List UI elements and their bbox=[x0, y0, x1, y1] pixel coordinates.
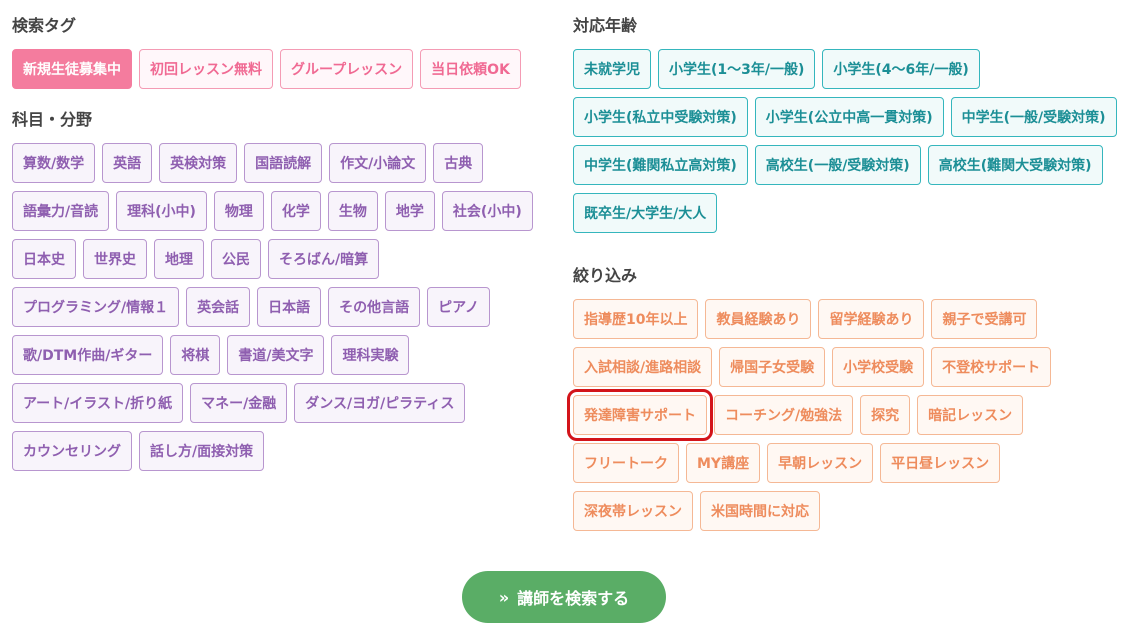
search-tag-0[interactable]: 新規生徒募集中 bbox=[12, 49, 132, 89]
filter-tag-8[interactable]: 発達障害サポート bbox=[567, 389, 713, 441]
age-tag-8[interactable]: 高校生(難関大受験対策) bbox=[927, 145, 1103, 185]
subject-tag-9[interactable]: 化学 bbox=[270, 191, 321, 231]
ages-title: 対応年齢 bbox=[573, 16, 638, 35]
subject-tag-26[interactable]: 理科実験 bbox=[331, 335, 410, 375]
subjects-title: 科目・分野 bbox=[12, 110, 93, 129]
filters-list: 指導歴10年以上 教員経験あり 留学経験あり 親子で受講可入試相談/進路相談 帰国子女受… bbox=[567, 299, 1118, 531]
filter-tag-12[interactable]: フリートーク bbox=[573, 443, 679, 483]
filter-tag-16[interactable]: 深夜帯レッスン bbox=[573, 491, 693, 531]
search-tag-2[interactable]: グループレッスン bbox=[280, 49, 414, 89]
age-tag-6[interactable]: 中学生(難関私立高対策) bbox=[573, 145, 748, 185]
search-tags-section: 検索タグ 新規生徒募集中 初回レッスン無料 グループレッスン 当日依頼OK bbox=[12, 15, 542, 89]
filter-tag-3[interactable]: 親子で受講可 bbox=[931, 299, 1038, 339]
age-tag-4[interactable]: 小学生(公立中高一貫対策) bbox=[754, 97, 944, 137]
search-button-label: 講師を検索する bbox=[517, 589, 630, 608]
age-tag-3[interactable]: 小学生(私立中受験対策) bbox=[573, 97, 748, 137]
filter-tag-6[interactable]: 小学校受験 bbox=[832, 347, 925, 387]
filter-tag-10[interactable]: 探究 bbox=[860, 395, 911, 435]
search-tags-list: 新規生徒募集中 初回レッスン無料 グループレッスン 当日依頼OK bbox=[12, 49, 542, 89]
subject-tag-15[interactable]: 地理 bbox=[154, 239, 204, 279]
subject-tag-1[interactable]: 英語 bbox=[102, 143, 153, 183]
filter-tag-5[interactable]: 帰国子女受験 bbox=[719, 347, 826, 387]
subject-tag-17[interactable]: そろばん/暗算 bbox=[268, 239, 380, 279]
age-tag-2[interactable]: 小学生(4〜6年/一般) bbox=[822, 49, 980, 89]
filter-tag-4[interactable]: 入試相談/進路相談 bbox=[573, 347, 713, 387]
ages-section: 対応年齢 未就学児 小学生(1〜3年/一般) 小学生(4〜6年/一般) 小学生(私立中… bbox=[573, 15, 1118, 233]
filter-tag-1[interactable]: 教員経験あり bbox=[705, 299, 812, 339]
search-teacher-button[interactable]: » 講師を検索する bbox=[462, 571, 666, 623]
subject-tag-31[interactable]: 話し方/面接対策 bbox=[139, 431, 265, 471]
filter-tag-14[interactable]: 早朝レッスン bbox=[767, 443, 874, 483]
age-tag-7[interactable]: 高校生(一般/受験対策) bbox=[754, 145, 921, 185]
subject-tag-29[interactable]: ダンス/ヨガ/ピラティス bbox=[294, 383, 466, 423]
subject-tag-23[interactable]: 歌/DTM作曲/ギター bbox=[12, 335, 164, 375]
subjects-section: 科目・分野 算数/数学 英語 英検対策 国語読解 作文/小論文 古典語彙力/音読 理科(小中… bbox=[12, 109, 542, 471]
subject-tag-6[interactable]: 語彙力/音読 bbox=[12, 191, 110, 231]
subject-tag-3[interactable]: 国語読解 bbox=[244, 143, 323, 183]
double-chevron-right-icon: » bbox=[498, 587, 510, 607]
subject-tag-10[interactable]: 生物 bbox=[327, 191, 378, 231]
subject-tag-18[interactable]: プログラミング/情報１ bbox=[12, 287, 180, 327]
subject-tag-27[interactable]: アート/イラスト/折り紙 bbox=[12, 383, 184, 423]
subject-tag-5[interactable]: 古典 bbox=[433, 143, 484, 183]
subjects-list: 算数/数学 英語 英検対策 国語読解 作文/小論文 古典語彙力/音読 理科(小中) 物理 化学生… bbox=[12, 143, 542, 471]
filters-section: 絞り込み 指導歴10年以上 教員経験あり 留学経験あり 親子で受講可入試相談/進路相談… bbox=[567, 265, 1118, 531]
right-column: 対応年齢 未就学児 小学生(1〜3年/一般) 小学生(4〜6年/一般) 小学生(私立中… bbox=[567, 0, 1118, 531]
subject-tag-30[interactable]: カウンセリング bbox=[12, 431, 132, 471]
subject-tag-13[interactable]: 日本史 bbox=[12, 239, 76, 279]
search-tags-title: 検索タグ bbox=[12, 16, 77, 35]
subject-tag-25[interactable]: 書道/美文字 bbox=[227, 335, 325, 375]
subject-tag-11[interactable]: 地学 bbox=[384, 191, 435, 231]
subject-tag-24[interactable]: 将棋 bbox=[170, 335, 221, 375]
ages-list: 未就学児 小学生(1〜3年/一般) 小学生(4〜6年/一般) 小学生(私立中受験対策)… bbox=[573, 49, 1118, 233]
subject-tag-0[interactable]: 算数/数学 bbox=[12, 143, 96, 183]
subject-tag-28[interactable]: マネー/金融 bbox=[190, 383, 288, 423]
filter-tag-2[interactable]: 留学経験あり bbox=[818, 299, 925, 339]
filter-tag-7[interactable]: 不登校サポート bbox=[931, 347, 1052, 387]
subject-tag-19[interactable]: 英会話 bbox=[186, 287, 251, 327]
age-tag-0[interactable]: 未就学児 bbox=[573, 49, 651, 89]
age-tag-5[interactable]: 中学生(一般/受験対策) bbox=[950, 97, 1117, 137]
subject-tag-7[interactable]: 理科(小中) bbox=[116, 191, 207, 231]
filters-title: 絞り込み bbox=[573, 266, 638, 285]
subject-tag-8[interactable]: 物理 bbox=[213, 191, 264, 231]
filter-tag-15[interactable]: 平日昼レッスン bbox=[880, 443, 1001, 483]
filter-tag-11[interactable]: 暗記レッスン bbox=[917, 395, 1024, 435]
subject-tag-22[interactable]: ピアノ bbox=[427, 287, 490, 327]
subject-tag-20[interactable]: 日本語 bbox=[257, 287, 322, 327]
subject-tag-12[interactable]: 社会(小中) bbox=[441, 191, 533, 231]
subject-tag-14[interactable]: 世界史 bbox=[83, 239, 147, 279]
age-tag-1[interactable]: 小学生(1〜3年/一般) bbox=[658, 49, 816, 89]
age-tag-9[interactable]: 既卒生/大学生/大人 bbox=[573, 193, 718, 233]
filter-tag-13[interactable]: MY講座 bbox=[686, 443, 761, 483]
subject-tag-4[interactable]: 作文/小論文 bbox=[329, 143, 427, 183]
subject-tag-21[interactable]: その他言語 bbox=[328, 287, 421, 327]
filter-tag-9[interactable]: コーチング/勉強法 bbox=[714, 395, 854, 435]
search-tag-1[interactable]: 初回レッスン無料 bbox=[139, 49, 273, 89]
subject-tag-16[interactable]: 公民 bbox=[211, 239, 261, 279]
search-tag-3[interactable]: 当日依頼OK bbox=[420, 49, 521, 89]
left-column: 検索タグ 新規生徒募集中 初回レッスン無料 グループレッスン 当日依頼OK 科目・分野… bbox=[12, 0, 542, 471]
subject-tag-2[interactable]: 英検対策 bbox=[159, 143, 238, 183]
filter-tag-17[interactable]: 米国時間に対応 bbox=[700, 491, 820, 531]
filter-tag-0[interactable]: 指導歴10年以上 bbox=[573, 299, 699, 339]
